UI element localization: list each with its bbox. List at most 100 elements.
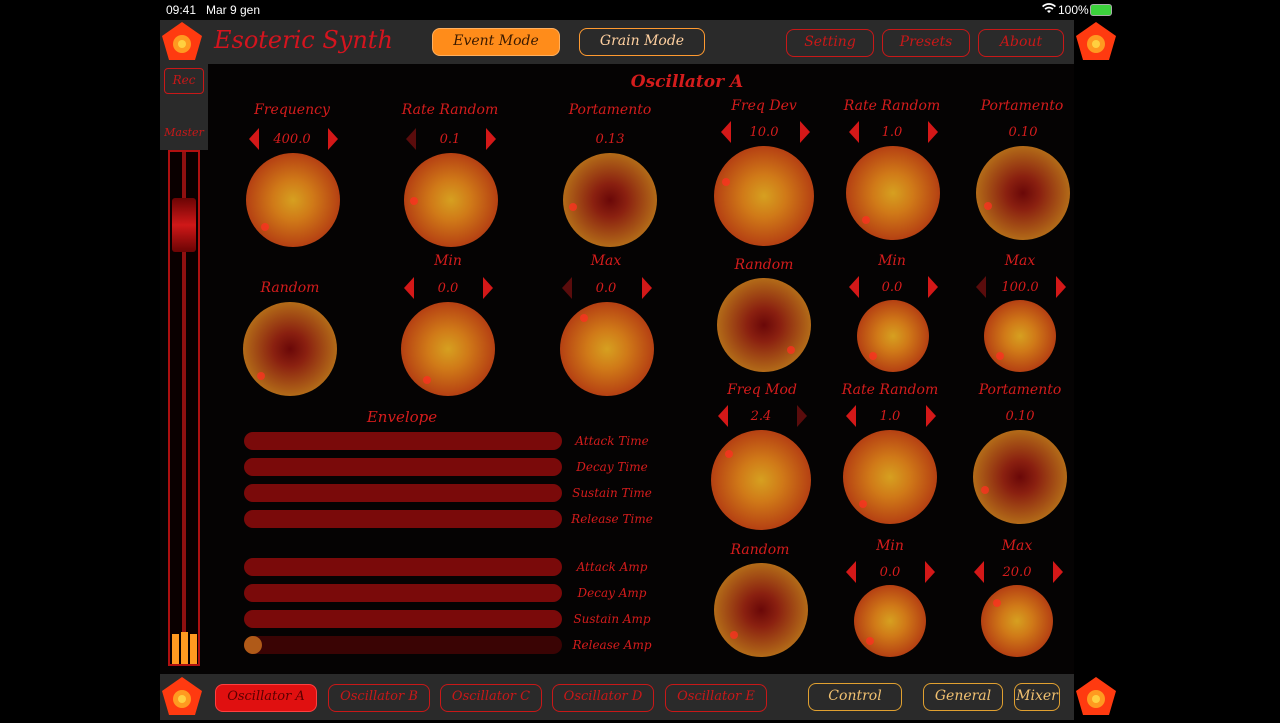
rate-random-decrement-button[interactable]	[846, 405, 856, 427]
status-date: Mar 9 gen	[206, 3, 261, 17]
rate-random-decrement-button[interactable]	[406, 128, 416, 150]
rate-random-increment-button[interactable]	[926, 405, 936, 427]
general-button[interactable]: General	[923, 683, 1003, 711]
release-amp-thumb[interactable]	[244, 636, 262, 654]
release-amp-slider[interactable]	[244, 636, 562, 654]
master-fader[interactable]	[168, 150, 200, 666]
tab-oscillator-c[interactable]: Oscillator C	[440, 684, 542, 712]
attack-amp-label: Attack Amp	[576, 560, 648, 574]
min-decrement-button[interactable]	[846, 561, 856, 583]
max-knob[interactable]	[981, 585, 1053, 657]
max-decrement-button[interactable]	[974, 561, 984, 583]
tab-oscillator-d[interactable]: Oscillator D	[552, 684, 654, 712]
tab-oscillator-a[interactable]: Oscillator A	[215, 684, 317, 712]
tab-oscillator-e[interactable]: Oscillator E	[665, 684, 767, 712]
master-label: Master	[164, 126, 204, 139]
decay-time-slider[interactable]	[244, 458, 562, 476]
min-label: Min	[434, 253, 462, 269]
rate-random-label: Rate Random	[843, 98, 941, 114]
random-knob[interactable]	[717, 278, 811, 372]
battery-icon	[1090, 4, 1112, 16]
about-button[interactable]: About	[978, 29, 1064, 57]
portamento-value: 0.10	[1008, 125, 1038, 140]
portamento-value: 0.13	[595, 132, 625, 147]
max-increment-button[interactable]	[1056, 276, 1066, 298]
wifi-icon	[1042, 3, 1056, 17]
release-amp-label: Release Amp	[572, 638, 652, 652]
min-knob[interactable]	[857, 300, 929, 372]
master-level-meter	[172, 632, 202, 664]
sustain-amp-label: Sustain Amp	[573, 612, 651, 626]
mixer-button[interactable]: Mixer	[1014, 683, 1060, 711]
min-value: 0.0	[881, 280, 903, 295]
sustain-amp-slider[interactable]	[244, 610, 562, 628]
master-fader-thumb[interactable]	[172, 198, 196, 252]
rate-random-value: 1.0	[881, 125, 903, 140]
min-knob[interactable]	[854, 585, 926, 657]
min-decrement-button[interactable]	[849, 276, 859, 298]
attack-time-slider[interactable]	[244, 432, 562, 450]
freq-dev-knob[interactable]	[714, 146, 814, 246]
min-increment-button[interactable]	[925, 561, 935, 583]
max-label: Max	[1004, 253, 1036, 269]
portamento-label: Portamento	[980, 98, 1064, 114]
min-increment-button[interactable]	[483, 277, 493, 299]
max-decrement-button[interactable]	[562, 277, 572, 299]
release-time-slider[interactable]	[244, 510, 562, 528]
frequency-decrement-button[interactable]	[249, 128, 259, 150]
rate-random-decrement-button[interactable]	[849, 121, 859, 143]
frequency-knob[interactable]	[246, 153, 340, 247]
rate-random-knob[interactable]	[843, 430, 937, 524]
max-value: 0.0	[595, 281, 617, 296]
rate-random-knob[interactable]	[404, 153, 498, 247]
presets-button[interactable]: Presets	[882, 29, 970, 57]
min-knob[interactable]	[401, 302, 495, 396]
rec-button[interactable]: Rec	[164, 68, 204, 94]
freq-dev-increment-button[interactable]	[800, 121, 810, 143]
min-label: Min	[876, 538, 904, 554]
max-increment-button[interactable]	[1053, 561, 1063, 583]
setting-button[interactable]: Setting	[786, 29, 874, 57]
min-label: Min	[878, 253, 906, 269]
freq-mod-label: Freq Mod	[727, 382, 797, 398]
rate-random-knob[interactable]	[846, 146, 940, 240]
sustain-time-slider[interactable]	[244, 484, 562, 502]
status-time: 09:41	[166, 3, 197, 17]
decay-amp-slider[interactable]	[244, 584, 562, 602]
max-value: 20.0	[1002, 565, 1032, 580]
control-button[interactable]: Control	[808, 683, 902, 711]
event-mode-button[interactable]: Event Mode	[432, 28, 560, 56]
max-decrement-button[interactable]	[976, 276, 986, 298]
rate-random-increment-button[interactable]	[928, 121, 938, 143]
freq-dev-decrement-button[interactable]	[721, 121, 731, 143]
app-title: Esoteric Synth	[214, 26, 393, 54]
min-decrement-button[interactable]	[404, 277, 414, 299]
rate-random-increment-button[interactable]	[486, 128, 496, 150]
max-label: Max	[590, 253, 622, 269]
portamento-knob[interactable]	[976, 146, 1070, 240]
random-label: Random	[260, 280, 320, 296]
frequency-label: Frequency	[254, 102, 330, 118]
portamento-label: Portamento	[568, 102, 652, 118]
tab-oscillator-b[interactable]: Oscillator B	[328, 684, 430, 712]
freq-mod-increment-button[interactable]	[797, 405, 807, 427]
max-increment-button[interactable]	[642, 277, 652, 299]
portamento-knob[interactable]	[973, 430, 1067, 524]
min-increment-button[interactable]	[928, 276, 938, 298]
portamento-label: Portamento	[978, 382, 1062, 398]
attack-amp-slider[interactable]	[244, 558, 562, 576]
random-knob[interactable]	[714, 563, 808, 657]
max-knob[interactable]	[984, 300, 1056, 372]
random-label: Random	[734, 257, 794, 273]
min-value: 0.0	[437, 281, 459, 296]
frequency-increment-button[interactable]	[328, 128, 338, 150]
freq-mod-knob[interactable]	[711, 430, 811, 530]
grain-mode-button[interactable]: Grain Mode	[579, 28, 705, 56]
freq-mod-decrement-button[interactable]	[718, 405, 728, 427]
release-time-label: Release Time	[571, 512, 653, 526]
rate-random-value: 1.0	[879, 409, 901, 424]
portamento-knob[interactable]	[563, 153, 657, 247]
random-knob[interactable]	[243, 302, 337, 396]
max-knob[interactable]	[560, 302, 654, 396]
frequency-value: 400.0	[273, 132, 311, 147]
